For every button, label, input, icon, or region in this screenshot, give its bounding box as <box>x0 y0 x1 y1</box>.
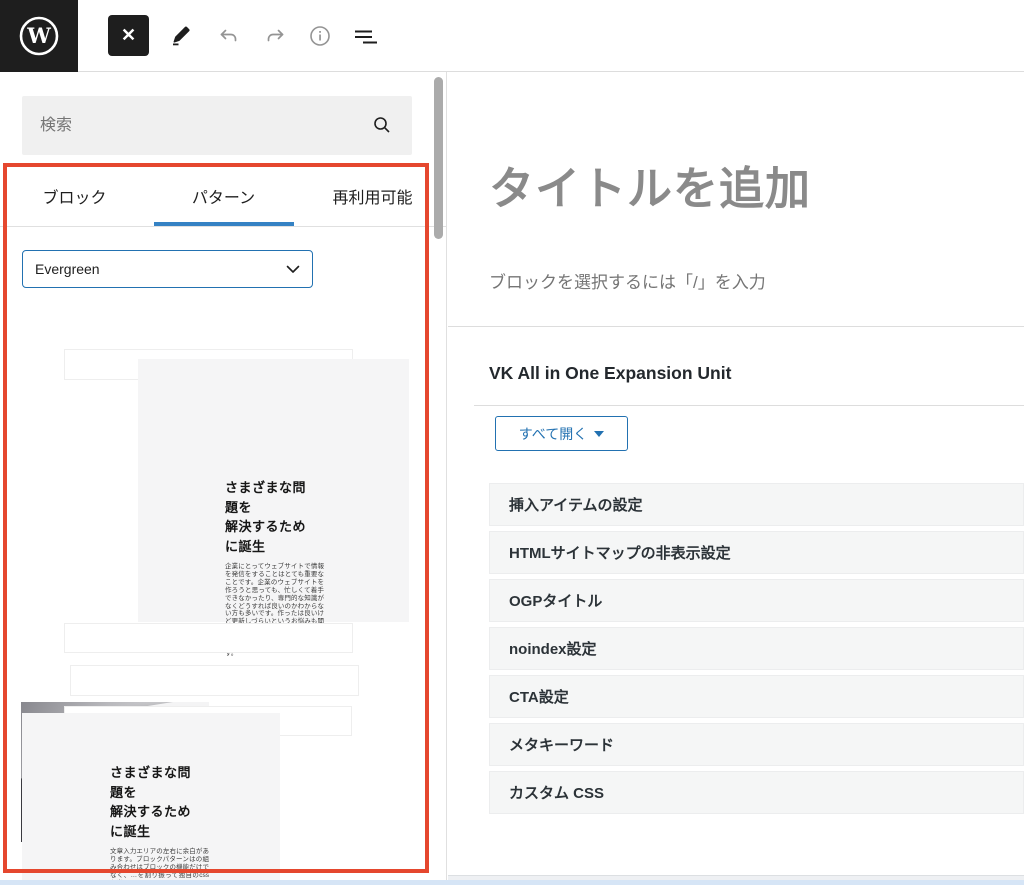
wordpress-logo-icon: W <box>17 14 61 58</box>
content-divider <box>448 326 1024 327</box>
details-info-button[interactable] <box>306 22 334 50</box>
undo-icon <box>217 24 241 48</box>
list-view-icon <box>353 24 379 48</box>
edit-tool-button[interactable] <box>167 22 195 50</box>
chevron-down-icon <box>286 265 300 274</box>
accordion-item-insert-items[interactable]: 挿入アイテムの設定 <box>489 483 1024 526</box>
editor-canvas: タイトルを追加 ブロックを選択するには「/」を入力 VK All in One … <box>448 72 1024 885</box>
accordion-item-meta-keywords[interactable]: メタキーワード <box>489 723 1024 766</box>
metabox-accordion: 挿入アイテムの設定 HTMLサイトマップの非表示設定 OGPタイトル noind… <box>489 483 1024 819</box>
list-view-button[interactable] <box>352 22 380 50</box>
post-title-placeholder[interactable]: タイトルを追加 <box>489 152 1009 217</box>
open-all-button[interactable]: すべて開く <box>495 416 628 451</box>
svg-text:W: W <box>26 23 51 48</box>
wordpress-editor: W ✕ <box>0 0 1024 885</box>
metabox-title: VK All in One Expansion Unit <box>489 363 731 384</box>
tab-reusable[interactable]: 再利用可能 <box>298 166 447 226</box>
preview-heading: さまざまな問 題を 解決するため に誕生 <box>110 763 240 841</box>
preview-heading: さまざまな問 題を 解決するため に誕生 <box>225 478 355 556</box>
window-bottom-edge <box>0 880 1024 885</box>
undo-button[interactable] <box>215 22 243 50</box>
search-icon <box>372 115 392 135</box>
pattern-search-box <box>22 96 412 155</box>
tab-patterns[interactable]: パターン <box>149 166 298 226</box>
accordion-item-ogp-title[interactable]: OGPタイトル <box>489 579 1024 622</box>
block-inserter-panel: ブロック パターン 再利用可能 Evergreen <box>0 72 447 885</box>
search-input[interactable] <box>22 96 412 155</box>
editor-topbar: W ✕ <box>0 0 1024 72</box>
block-inserter-toggle-button[interactable]: ✕ <box>108 15 149 56</box>
accordion-item-custom-css[interactable]: カスタム CSS <box>489 771 1024 814</box>
accordion-item-cta[interactable]: CTA設定 <box>489 675 1024 718</box>
info-icon <box>308 24 332 48</box>
pattern-category-select[interactable]: Evergreen <box>22 250 313 288</box>
accordion-item-html-sitemap[interactable]: HTMLサイトマップの非表示設定 <box>489 531 1024 574</box>
paragraph-placeholder[interactable]: ブロックを選択するには「/」を入力 <box>489 268 766 293</box>
metabox-divider <box>474 405 1024 406</box>
tab-blocks[interactable]: ブロック <box>0 166 149 226</box>
pattern-category-value: Evergreen <box>35 261 100 277</box>
preview-placeholder-box <box>70 665 359 696</box>
caret-down-icon <box>594 431 604 437</box>
redo-icon <box>263 24 287 48</box>
sidebar-scrollbar-thumb[interactable] <box>434 77 443 239</box>
redo-button[interactable] <box>261 22 289 50</box>
pencil-icon <box>169 24 193 48</box>
inserter-tabs: ブロック パターン 再利用可能 <box>0 166 447 227</box>
accordion-item-noindex[interactable]: noindex設定 <box>489 627 1024 670</box>
wordpress-logo-button[interactable]: W <box>0 0 78 72</box>
pattern-preview-2[interactable]: さまざまな問 題を 解決するため に誕生 文章入力エリアの左右に余白があります。… <box>0 713 430 885</box>
preview-placeholder-box <box>64 623 353 653</box>
